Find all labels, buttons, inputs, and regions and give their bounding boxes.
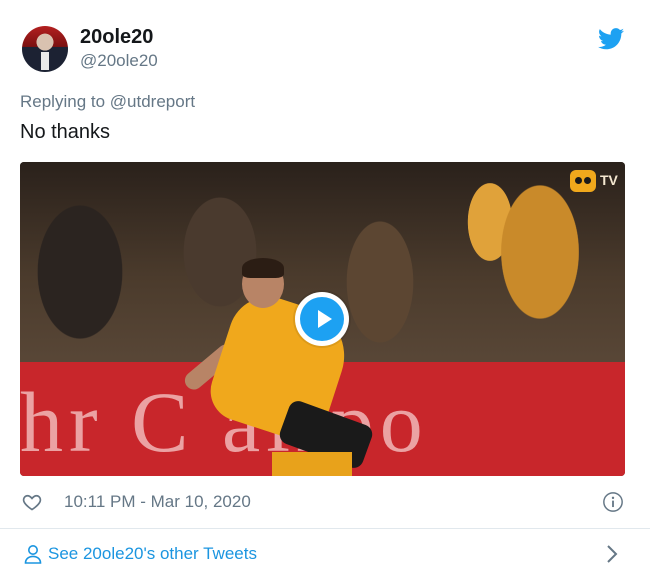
- author-name[interactable]: 20ole20: [80, 26, 153, 49]
- avatar[interactable]: [22, 26, 68, 72]
- reply-mention-link[interactable]: @utdreport: [110, 92, 195, 111]
- tweet-text: No thanks: [20, 121, 111, 143]
- twitter-bird-icon[interactable]: [598, 28, 624, 50]
- channel-logo: TV: [570, 168, 624, 194]
- tweet-timestamp[interactable]: 10:11 PM - Mar 10, 2020: [64, 492, 251, 512]
- chevron-right-icon: [607, 545, 618, 563]
- player-hair: [242, 258, 284, 278]
- channel-logo-text: TV: [600, 172, 618, 188]
- embedded-tweet-card: 20ole20 @20ole20 Replying to @utdreport …: [0, 0, 650, 580]
- reply-prefix: Replying to: [20, 92, 106, 111]
- reply-context: Replying to @utdreport: [20, 92, 195, 112]
- heart-icon[interactable]: [22, 492, 42, 512]
- play-button[interactable]: [295, 292, 349, 346]
- channel-badge-icon: [570, 170, 596, 192]
- info-icon[interactable]: [602, 491, 624, 513]
- play-icon: [300, 297, 344, 341]
- author-handle[interactable]: @20ole20: [80, 51, 158, 71]
- see-other-tweets-link[interactable]: See 20ole20's other Tweets: [0, 529, 650, 580]
- player-leg: [272, 452, 352, 476]
- see-other-tweets-label: See 20ole20's other Tweets: [48, 544, 257, 563]
- person-icon: [24, 545, 42, 564]
